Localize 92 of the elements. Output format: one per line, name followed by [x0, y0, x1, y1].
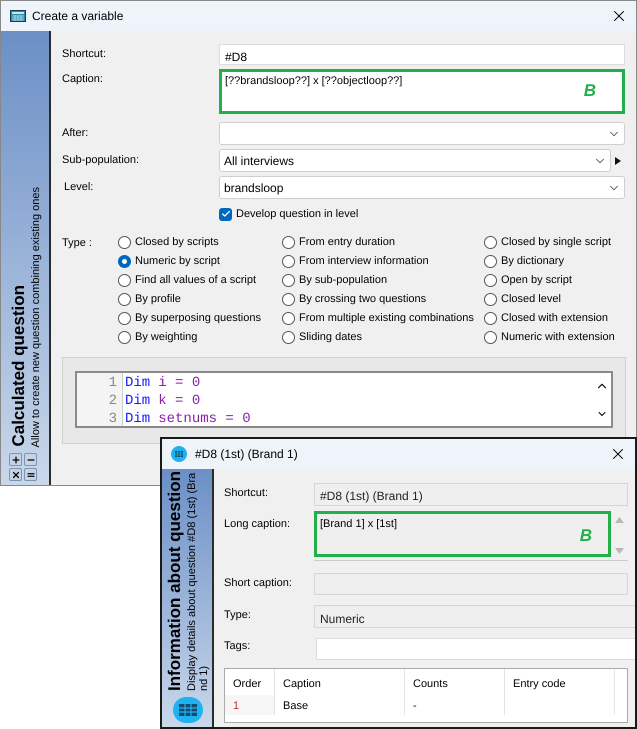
shortcut-field[interactable]: #D8 (1st) (Brand 1) [314, 483, 628, 506]
radio-label: From interview information [299, 254, 429, 269]
code-keyword: Dim [125, 392, 150, 410]
clear-button[interactable] [9, 468, 22, 481]
table-cell: 1 [225, 695, 275, 715]
add-button[interactable] [9, 453, 22, 466]
radio-button[interactable] [118, 254, 131, 268]
annotation-letter: B [580, 526, 592, 545]
annotation-letter: B [584, 81, 596, 100]
code-keyword: Dim [125, 374, 150, 392]
window-title: #D8 (1st) (Brand 1) [195, 446, 299, 463]
radio-label: Closed by single script [501, 234, 612, 250]
sidebar-subtitle: Allow to create new question combining existing ones [30, 186, 42, 447]
radio-button[interactable] [118, 330, 131, 344]
code-text: i = 0 [158, 374, 200, 392]
expand-arrow-icon[interactable] [615, 156, 621, 164]
short-caption-field[interactable] [314, 573, 628, 595]
sidebar-title: Calculated question [9, 285, 29, 447]
radio-label: Closed by scripts [135, 234, 219, 250]
radio-label: Numeric by script [135, 254, 220, 269]
sidebar-subtitle: Display details about question #D8 (1st) (Brand 1) [186, 472, 210, 691]
field-label: Tags: [224, 639, 252, 654]
caption-field[interactable]: [??brandsloop??] x [??objectloop??] B [219, 69, 625, 114]
plus-icon [10, 454, 20, 464]
shortcut-field[interactable]: #D8 [219, 44, 625, 65]
radio-label: Find all values of a script [135, 272, 256, 288]
type-label: Type : [62, 236, 93, 250]
radio-button[interactable] [118, 312, 131, 324]
radio-button[interactable] [118, 292, 131, 306]
radio-button[interactable] [484, 236, 497, 248]
field-label: Caption: [62, 72, 104, 87]
checkbox[interactable] [219, 208, 232, 221]
radio-button[interactable] [118, 274, 131, 286]
level-dropdown[interactable]: brandsloop [219, 176, 625, 199]
radio-label: By superposing questions [135, 310, 261, 326]
remove-button[interactable] [24, 453, 37, 466]
radio-label: By dictionary [501, 254, 564, 269]
checkbox-label: Develop question in level [236, 207, 358, 222]
field-label: After: [62, 126, 90, 141]
line-number: 2 [108, 392, 117, 410]
radio-button[interactable] [282, 236, 295, 248]
field-label: Sub-population: [62, 153, 140, 168]
calculator-icon [173, 697, 203, 723]
radio-button[interactable] [282, 274, 295, 286]
radio-button[interactable] [484, 312, 497, 324]
calculator-icon [10, 10, 26, 22]
radio-label: From entry duration [299, 234, 395, 250]
radio-label: By sub-population [299, 272, 388, 288]
radio-label: By crossing two questions [299, 292, 426, 307]
radio-button[interactable] [282, 312, 295, 324]
code-text: setnums = 0 [158, 410, 251, 426]
field-label: Shortcut: [62, 47, 108, 62]
radio-label: Numeric with extension [501, 330, 615, 345]
radio-label: Closed with extension [501, 310, 608, 326]
table-cell: - [405, 695, 505, 715]
window-title: Create a variable [32, 8, 124, 25]
field-label: Shortcut: [224, 486, 270, 501]
radio-button[interactable] [484, 292, 497, 306]
field-label: Type: [224, 608, 252, 623]
equal-button[interactable] [24, 468, 37, 481]
code-keyword: Dim [125, 410, 150, 426]
table-cell: Base [275, 695, 405, 715]
type-field[interactable]: Numeric [314, 605, 635, 628]
column-header: Caption [275, 669, 405, 695]
radio-button[interactable] [484, 254, 497, 268]
radio-label: By profile [135, 292, 181, 307]
radio-button[interactable] [484, 330, 497, 344]
radio-label: From multiple existing combinations [299, 310, 474, 326]
cross-icon [10, 470, 20, 480]
column-header: Entry code [505, 669, 615, 695]
field-label: Short caption: [224, 576, 293, 591]
radio-button[interactable] [118, 236, 131, 248]
tags-field[interactable] [316, 638, 635, 660]
code-text: k = 0 [158, 392, 200, 410]
radio-label: By weighting [135, 330, 198, 345]
field-label: Long caption: [224, 517, 292, 532]
radio-button[interactable] [282, 292, 295, 306]
calculator-icon [171, 446, 187, 462]
column-header: Counts [405, 669, 505, 695]
line-number: 1 [108, 374, 117, 392]
sub-population-dropdown[interactable]: All interviews [219, 149, 611, 172]
radio-button[interactable] [484, 274, 497, 286]
long-caption-field[interactable]: [Brand 1] x [1st] B [314, 511, 611, 557]
field-label: Level: [63, 180, 94, 195]
code-editor[interactable]: 1 2 3 Dim i = 0 Dim k = 0 Dim setnums = 0 [75, 370, 613, 428]
sidebar-title: Information about question [165, 470, 185, 691]
radio-label: Open by script [501, 272, 572, 288]
radio-label: Closed level [501, 292, 561, 307]
line-number: 3 [108, 410, 117, 426]
radio-button[interactable] [282, 254, 295, 268]
radio-label: Sliding dates [299, 330, 362, 345]
radio-button[interactable] [282, 330, 295, 344]
